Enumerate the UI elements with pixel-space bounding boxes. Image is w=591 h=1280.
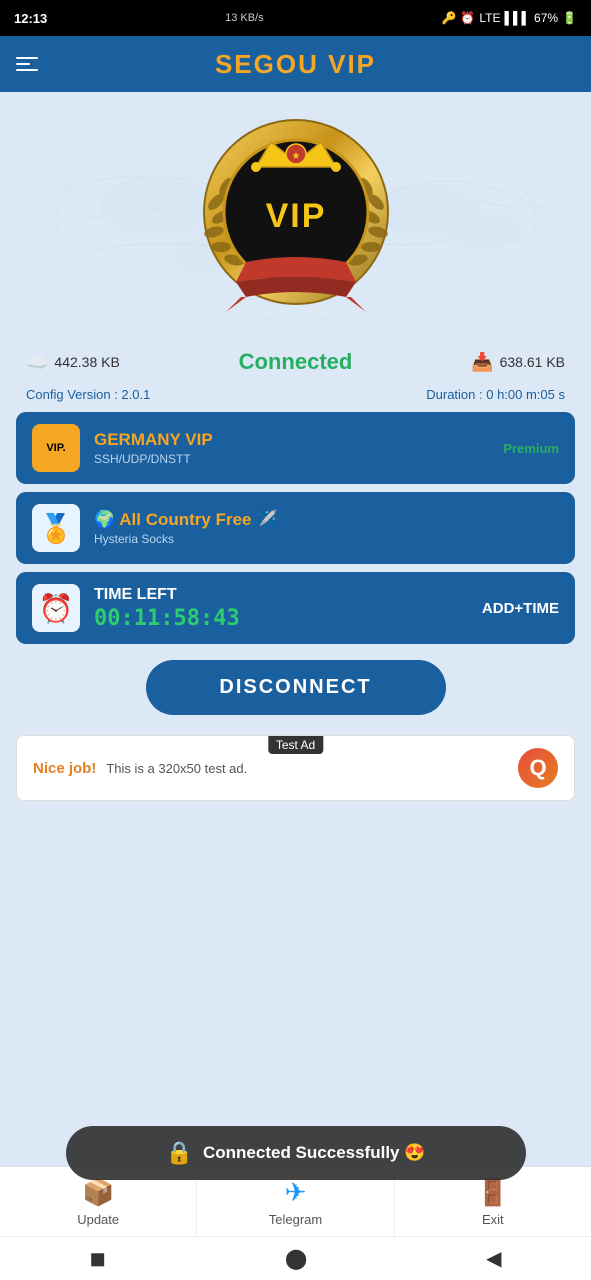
stats-row: ☁️ 442.38 KB Connected 📥 638.61 KB [16, 341, 575, 383]
system-nav: ◼ ⬤ ◀ [0, 1236, 591, 1280]
duration: Duration : 0 h:00 m:05 s [426, 387, 565, 402]
svg-text:★: ★ [291, 151, 300, 162]
toast-text: Connected Successfully 😍 [203, 1143, 425, 1163]
server-badge-1: Premium [503, 441, 559, 456]
exit-icon: 🚪 [477, 1177, 509, 1208]
add-time-button[interactable]: ADD+TIME [482, 600, 559, 617]
server-info-1: GERMANY VIP SSH/UDP/DNSTT [94, 430, 503, 466]
battery-icon: 67% [534, 11, 558, 25]
ad-label: Test Ad [268, 736, 323, 754]
download-stat: 📥 638.61 KB [471, 352, 565, 373]
vip-badge: VIP ★ [196, 112, 396, 327]
top-nav: SEGOU VIP [0, 36, 591, 92]
toast-message: 🔒 Connected Successfully 😍 [66, 1126, 526, 1180]
status-icons: 🔑 ⏰ LTE ▌▌▌ 67% 🔋 [441, 11, 577, 25]
download-value: 638.61 KB [500, 354, 565, 370]
telegram-icon: ✈ [285, 1177, 307, 1208]
info-row: Config Version : 2.0.1 Duration : 0 h:00… [16, 383, 575, 412]
ad-icon: Q [518, 748, 558, 788]
server-protocol-2: Hysteria Socks [94, 532, 559, 546]
menu-line-1 [16, 57, 38, 59]
upload-stat: ☁️ 442.38 KB [26, 352, 120, 373]
menu-line-3 [16, 69, 38, 71]
download-icon: 📥 [471, 352, 493, 373]
signal-icon: ▌▌▌ [505, 11, 531, 25]
battery-bar: 🔋 [562, 11, 577, 25]
time-label: TIME LEFT [94, 586, 482, 604]
server-icon-1: VIP. [32, 424, 80, 472]
app-title: SEGOU VIP [215, 49, 376, 80]
vip-badge-container: VIP ★ [16, 92, 575, 337]
nav-telegram-label: Telegram [269, 1212, 322, 1227]
nav-exit-label: Exit [482, 1212, 504, 1227]
server-name-2: 🌍 All Country Free ✈️ [94, 510, 559, 530]
alarm-icon: ⏰ [460, 11, 475, 25]
menu-button[interactable] [16, 57, 38, 71]
nav-home-button[interactable]: ⬤ [285, 1246, 307, 1271]
ad-nice-text: Nice job! [33, 760, 96, 777]
ad-text: This is a 320x50 test ad. [106, 761, 518, 776]
status-network: 13 KB/s [225, 12, 264, 24]
toast-icon: 🔒 [166, 1140, 193, 1166]
config-version: Config Version : 2.0.1 [26, 387, 150, 402]
server-card-1[interactable]: VIP. GERMANY VIP SSH/UDP/DNSTT Premium [16, 412, 575, 484]
time-value: 00:11:58:43 [94, 606, 482, 631]
disconnect-button[interactable]: DISCONNECT [146, 660, 446, 715]
server-name-1: GERMANY VIP [94, 430, 503, 450]
status-bar: 12:13 13 KB/s 🔑 ⏰ LTE ▌▌▌ 67% 🔋 [0, 0, 591, 36]
time-icon: ⏰ [32, 584, 80, 632]
lte-icon: LTE [479, 11, 500, 25]
server-icon-wrap-1: VIP. [32, 424, 94, 472]
status-time: 12:13 [14, 11, 47, 26]
time-card[interactable]: ⏰ TIME LEFT 00:11:58:43 ADD+TIME [16, 572, 575, 644]
time-info: TIME LEFT 00:11:58:43 [94, 586, 482, 631]
nav-back-button[interactable]: ◀ [486, 1246, 501, 1271]
ad-brand-icon: Q [529, 755, 546, 781]
upload-icon: ☁️ [26, 352, 48, 373]
key-icon: 🔑 [441, 11, 456, 25]
ad-banner: Test Ad Nice job! This is a 320x50 test … [16, 735, 575, 801]
nav-update-label: Update [77, 1212, 119, 1227]
update-icon: 📦 [82, 1177, 114, 1208]
main-content: VIP ★ [0, 92, 591, 837]
connected-status: Connected [239, 349, 353, 375]
upload-value: 442.38 KB [54, 354, 119, 370]
server-card-2[interactable]: 🏅 🌍 All Country Free ✈️ Hysteria Socks [16, 492, 575, 564]
server-protocol-1: SSH/UDP/DNSTT [94, 452, 503, 466]
svg-text:VIP: VIP [265, 197, 326, 235]
globe-icon: 🏅 [39, 512, 74, 545]
menu-line-2 [16, 63, 30, 65]
server-info-2: 🌍 All Country Free ✈️ Hysteria Socks [94, 510, 559, 546]
nav-recents-button[interactable]: ◼ [89, 1246, 106, 1271]
server-icon-2: 🏅 [32, 504, 80, 552]
vip-icon-text: VIP. [46, 442, 65, 454]
